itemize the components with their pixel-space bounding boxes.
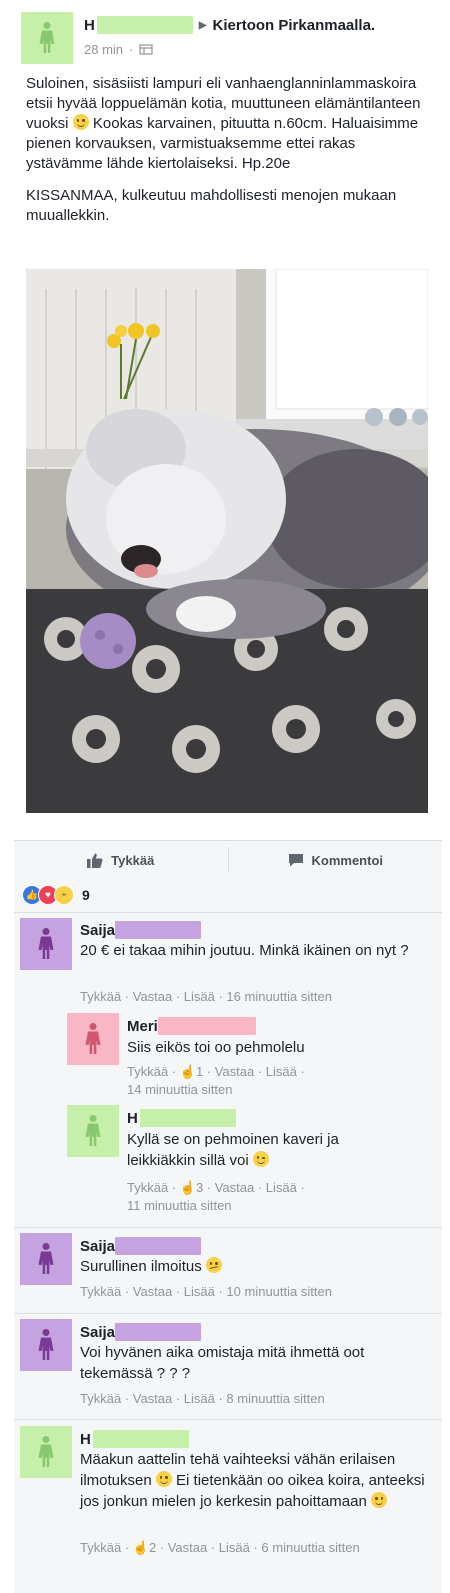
- comment-text: Kyllä se on pehmoinen kaveri ja leikkiäk…: [127, 1131, 339, 1169]
- commenter-name: Saija: [80, 1323, 202, 1341]
- reactions-summary[interactable]: 👍 ♥ ᵕ 9: [14, 878, 90, 912]
- commenter-name: Saija: [80, 921, 202, 939]
- redacted-name: [96, 16, 193, 34]
- comment-text: 20 € ei takaa mihin joutuu. Minkä ikäine…: [80, 942, 409, 959]
- commenter-name-text[interactable]: Meri: [127, 1018, 158, 1035]
- divider: [14, 1419, 442, 1420]
- commenter-avatar[interactable]: [20, 1233, 72, 1285]
- commenter-avatar[interactable]: [67, 1013, 119, 1065]
- post-meta: 28 min ·: [84, 42, 153, 57]
- post-time[interactable]: 28 min: [84, 42, 123, 57]
- redacted-name: [157, 1017, 256, 1035]
- like-count-icon: ☝: [132, 1540, 149, 1555]
- post-body: Suloinen, sisäsiisti lampuri eli vanhaen…: [26, 74, 436, 238]
- person-icon: [36, 1325, 56, 1365]
- haha-reaction-icon: ᵕ: [54, 885, 74, 905]
- commenter-avatar[interactable]: [20, 918, 72, 970]
- smile-emoji-icon: [371, 1492, 388, 1508]
- person-icon: [83, 1111, 103, 1151]
- redacted-name: [115, 921, 202, 939]
- commenter-avatar[interactable]: [67, 1105, 119, 1157]
- comment-time[interactable]: 11 minuuttia sitten: [127, 1198, 232, 1213]
- group-name[interactable]: Kiertoon Pirkanmaalla.: [213, 17, 376, 34]
- comment-time[interactable]: 14 minuuttia sitten: [127, 1082, 233, 1097]
- commenter-name-text[interactable]: H: [80, 1431, 91, 1448]
- thumbs-up-icon: [87, 853, 103, 868]
- comment-actions[interactable]: Tykkää · ☝1 · Vastaa · Lisää · 14 minuut…: [127, 1063, 427, 1099]
- commenter-name: H: [127, 1109, 236, 1127]
- commenter-avatar[interactable]: [20, 1426, 72, 1478]
- redacted-name: [92, 1430, 189, 1448]
- commenter-name: H: [80, 1430, 189, 1448]
- comment-text: Siis eikös toi oo pehmolelu: [127, 1039, 305, 1056]
- commenter-avatar[interactable]: [20, 1319, 72, 1371]
- person-icon: [37, 18, 57, 58]
- post-header: H ▶ Kiertoon Pirkanmaalla.: [84, 16, 375, 34]
- comment-icon: [288, 854, 303, 867]
- comment-text: Mäakun aattelin tehä vaihteeksi vähän er…: [80, 1451, 425, 1510]
- post-photo[interactable]: [26, 269, 428, 813]
- redacted-name: [115, 1323, 202, 1341]
- divider: [14, 1227, 442, 1228]
- wink-emoji-icon: [252, 1151, 269, 1167]
- commenter-name-text[interactable]: Saija: [80, 1238, 115, 1255]
- divider: [14, 912, 442, 913]
- comment-actions[interactable]: Tykkää · Vastaa · Lisää · 8 minuuttia si…: [80, 1390, 325, 1408]
- commenter-name-text[interactable]: Saija: [80, 1324, 115, 1341]
- like-button[interactable]: Tykkää: [14, 841, 228, 879]
- audience-group-icon: [139, 44, 153, 55]
- person-icon: [83, 1019, 103, 1059]
- redacted-name: [139, 1109, 236, 1127]
- comment-label: Kommentoi: [311, 852, 384, 868]
- comment-actions[interactable]: Tykkää · Vastaa · Lisää · 10 minuuttia s…: [80, 1283, 332, 1301]
- comment-actions[interactable]: Tykkää · ☝3 · Vastaa · Lisää · 11 minuut…: [127, 1179, 427, 1215]
- author-name[interactable]: H: [84, 17, 95, 34]
- like-count-icon: ☝: [179, 1180, 196, 1195]
- reaction-count: 9: [82, 887, 90, 903]
- smile-emoji-icon: [72, 114, 89, 130]
- person-icon: [36, 924, 56, 964]
- post-actions-bar: Tykkää Kommentoi: [14, 840, 442, 879]
- post-body-paragraph-2: KISSANMAA, kulkeutuu mahdollisesti menoj…: [26, 187, 397, 224]
- commenter-name-text[interactable]: H: [127, 1110, 138, 1127]
- commenter-name-text[interactable]: Saija: [80, 922, 115, 939]
- comment-text: Voi hyvänen aika omistaja mitä ihmettä o…: [80, 1344, 365, 1382]
- author-avatar[interactable]: [21, 12, 73, 64]
- comment-actions[interactable]: Tykkää · Vastaa · Lisää · 16 minuuttia s…: [80, 988, 332, 1006]
- comment-button[interactable]: Kommentoi: [229, 841, 443, 879]
- commenter-name: Meri: [127, 1017, 256, 1035]
- redacted-name: [115, 1237, 202, 1255]
- caret-right-icon: ▶: [198, 19, 207, 31]
- post-card: H ▶ Kiertoon Pirkanmaalla. 28 min · Sulo…: [0, 0, 450, 840]
- person-icon: [36, 1432, 56, 1472]
- confused-emoji-icon: [205, 1257, 222, 1273]
- dog-photo-image: [26, 269, 428, 813]
- smile-emoji-icon: [155, 1471, 172, 1487]
- like-label: Tykkää: [111, 852, 155, 868]
- divider: [14, 1313, 442, 1314]
- like-count-icon: ☝: [179, 1064, 196, 1079]
- comment-actions[interactable]: Tykkää · ☝2 · Vastaa · Lisää · 6 minuutt…: [80, 1539, 430, 1557]
- person-icon: [36, 1239, 56, 1279]
- commenter-name: Saija: [80, 1237, 202, 1255]
- comment-text: Surullinen ilmoitus: [80, 1256, 420, 1277]
